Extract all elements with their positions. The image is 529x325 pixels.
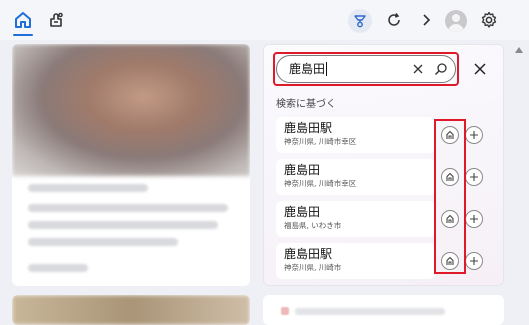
add-icon[interactable] (465, 210, 483, 228)
avatar-icon[interactable] (445, 10, 467, 32)
result-title: 鹿島田 (284, 163, 321, 177)
result-item[interactable]: 鹿島田 福島県, いわき市 (276, 201, 435, 237)
news-image (12, 44, 250, 176)
gear-icon[interactable] (478, 9, 500, 31)
result-subtitle: 福島県, いわき市 (284, 221, 342, 230)
home-pin-highlight (434, 119, 466, 274)
result-subtitle: 神奈川県, 川崎市幸区 (284, 179, 357, 188)
result-item[interactable]: 鹿島田駅 神奈川県, 川崎市幸区 (276, 117, 435, 153)
search-highlight (273, 52, 459, 86)
close-icon[interactable] (469, 58, 491, 80)
news-meta (28, 184, 228, 201)
section-label: 検索に基づく (276, 99, 336, 110)
scroll-up-icon[interactable] (512, 44, 526, 56)
news-actions (28, 264, 228, 281)
home-tab-indicator (13, 34, 33, 36)
rewards-icon[interactable] (348, 9, 372, 33)
refresh-icon[interactable] (383, 9, 405, 31)
top-bar (0, 0, 529, 40)
result-title: 鹿島田駅 (284, 247, 333, 261)
location-search-panel: 鹿島田 検索に基づく 鹿島田駅 神奈川県, 川崎市幸区 鹿島田 神奈川県, 川崎… (263, 44, 504, 286)
result-subtitle: 神奈川県, 川崎市幸区 (284, 137, 357, 146)
add-icon[interactable] (465, 126, 483, 144)
add-icon[interactable] (465, 168, 483, 186)
result-subtitle: 神奈川県, 川崎市 (284, 263, 342, 272)
news-card[interactable] (12, 44, 250, 286)
result-item[interactable]: 鹿島田 神奈川県, 川崎市幸区 (276, 159, 435, 195)
result-title: 鹿島田 (284, 205, 321, 219)
chevron-right-icon[interactable] (415, 9, 437, 31)
puzzle-icon[interactable] (46, 9, 68, 31)
home-icon[interactable] (12, 9, 34, 31)
add-icon[interactable] (465, 252, 483, 270)
result-title: 鹿島田駅 (284, 121, 333, 135)
news-headline (28, 204, 228, 255)
result-item[interactable]: 鹿島田駅 神奈川県, 川崎市 (276, 243, 435, 279)
